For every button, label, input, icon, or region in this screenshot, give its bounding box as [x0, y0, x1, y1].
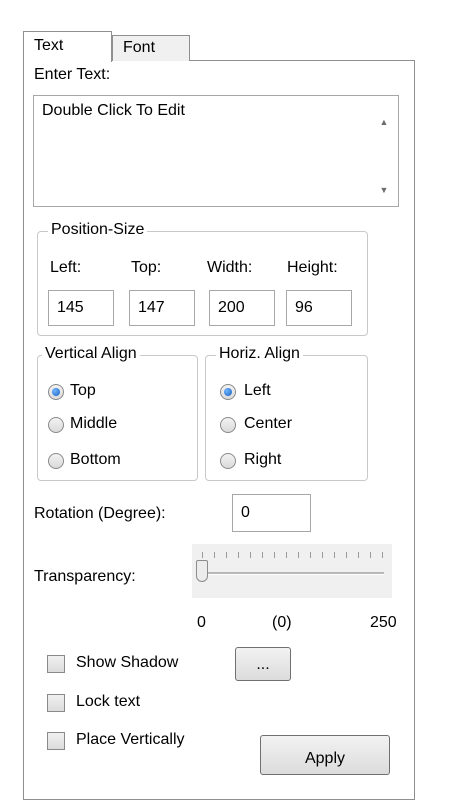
slider-track: [202, 572, 384, 575]
transparency-slider[interactable]: [192, 544, 392, 598]
scroll-down-icon[interactable]: ▼: [370, 180, 398, 200]
valign-top-label: Top: [70, 382, 96, 399]
show-shadow-checkbox[interactable]: [47, 655, 65, 673]
tab-text-label: Text: [34, 37, 64, 54]
tab-font-label: Font: [123, 39, 156, 56]
place-vertically-checkbox[interactable]: [47, 732, 65, 750]
place-vertically-label: Place Vertically: [76, 731, 185, 748]
slider-thumb[interactable]: [196, 560, 208, 582]
tab-text[interactable]: Text: [23, 31, 112, 62]
valign-bottom-label: Bottom: [70, 451, 121, 468]
top-label: Top:: [131, 259, 162, 276]
halign-right-label: Right: [244, 451, 282, 468]
lock-text-label: Lock text: [76, 693, 141, 710]
text-input-area[interactable]: Double Click To Edit ▲ ▼: [33, 95, 399, 207]
width-label: Width:: [207, 259, 253, 276]
text-input-value: Double Click To Edit: [42, 102, 185, 119]
position-size-title: Position-Size: [48, 221, 148, 239]
rotation-input[interactable]: 0: [232, 494, 311, 532]
rotation-label: Rotation (Degree):: [34, 505, 166, 522]
apply-button[interactable]: Apply: [260, 735, 390, 775]
height-label: Height:: [287, 259, 338, 276]
valign-middle-radio[interactable]: [48, 417, 64, 433]
horiz-align-title: Horiz. Align: [216, 345, 303, 363]
halign-left-radio[interactable]: [220, 384, 236, 400]
valign-bottom-radio[interactable]: [48, 453, 64, 469]
left-label: Left:: [50, 259, 82, 276]
tab-font[interactable]: Font: [112, 35, 190, 61]
halign-right-radio[interactable]: [220, 453, 236, 469]
transparency-current: (0): [272, 614, 292, 631]
text-scrollbar[interactable]: ▲ ▼: [370, 96, 398, 206]
halign-center-radio[interactable]: [220, 417, 236, 433]
top-input[interactable]: 147: [129, 290, 195, 326]
halign-left-label: Left: [244, 382, 271, 399]
valign-middle-label: Middle: [70, 415, 118, 432]
show-shadow-label: Show Shadow: [76, 654, 179, 671]
height-input[interactable]: 96: [286, 290, 352, 326]
transparency-max: 250: [370, 614, 397, 631]
enter-text-label: Enter Text:: [34, 66, 111, 83]
width-input[interactable]: 200: [209, 290, 275, 326]
scroll-up-icon[interactable]: ▲: [370, 112, 398, 132]
vertical-align-title: Vertical Align: [42, 345, 140, 363]
left-input[interactable]: 145: [48, 290, 114, 326]
transparency-min: 0: [197, 614, 206, 631]
halign-center-label: Center: [244, 415, 293, 432]
valign-top-radio[interactable]: [48, 384, 64, 400]
shadow-settings-button[interactable]: ...: [235, 647, 291, 681]
transparency-label: Transparency:: [34, 568, 136, 585]
lock-text-checkbox[interactable]: [47, 694, 65, 712]
